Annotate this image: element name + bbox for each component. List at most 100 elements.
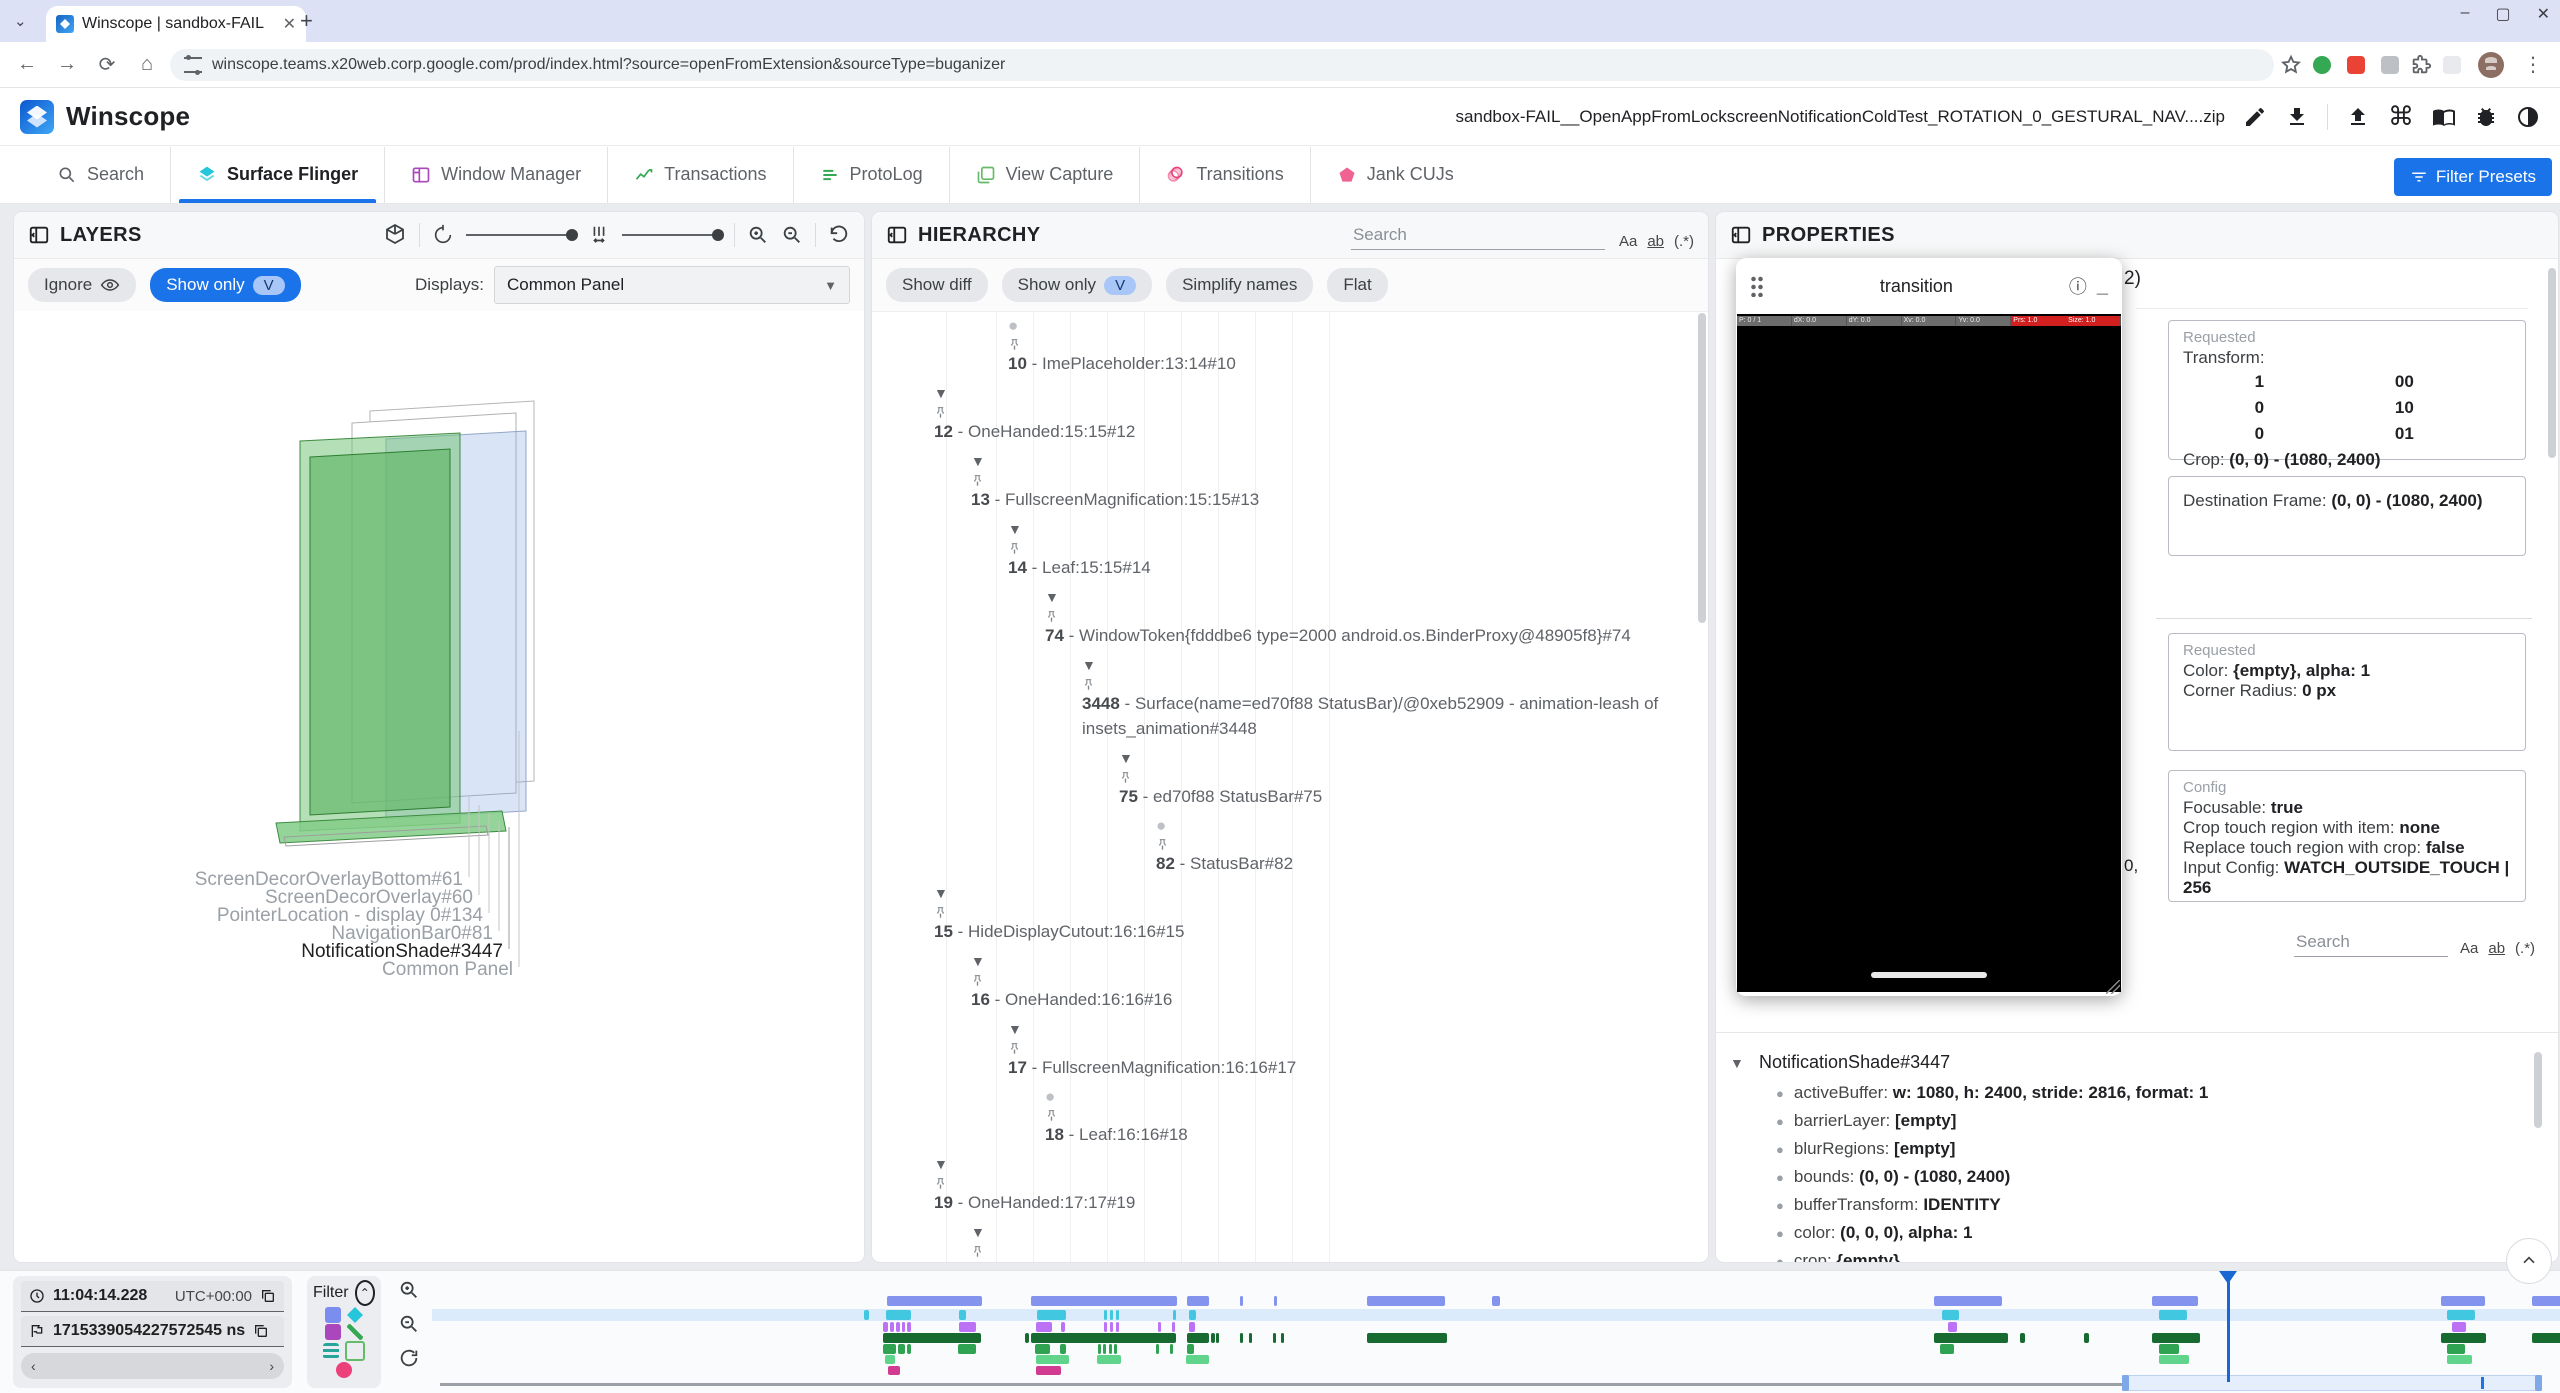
trace-event-bar[interactable] — [2441, 1296, 2485, 1306]
window-close-icon[interactable]: ✕ — [2537, 4, 2550, 24]
expand-arrow-icon[interactable]: ▼ — [971, 949, 997, 974]
hierarchy-tree-row[interactable]: ▼●15 - HideDisplayCutout:16:16#15 — [872, 878, 1708, 946]
simplify-names-chip[interactable]: Simplify names — [1166, 268, 1313, 302]
trace-event-bar[interactable] — [1367, 1333, 1447, 1343]
expand-arrow-icon[interactable]: ▼ — [1082, 653, 1108, 678]
trace-event-bar[interactable] — [2452, 1322, 2466, 1332]
extension-icon-gray[interactable] — [2381, 56, 2399, 74]
collapse-panel-icon[interactable] — [886, 224, 908, 246]
hierarchy-tree-row[interactable]: ▼●74 - WindowToken{fdddbe6 type=2000 and… — [872, 582, 1708, 650]
upload-icon[interactable] — [2346, 105, 2370, 129]
extension-icon-green[interactable] — [2313, 56, 2331, 74]
window-maximize-icon[interactable]: ▢ — [2495, 4, 2510, 24]
expand-arrow-icon[interactable]: ▼ — [934, 381, 960, 406]
transactions-icon[interactable] — [347, 1324, 363, 1340]
trace-event-bar[interactable] — [2447, 1344, 2465, 1354]
properties-scrollbar[interactable] — [2548, 268, 2556, 458]
match-case-icon[interactable]: Aa — [1619, 233, 1637, 250]
trace-event-bar[interactable] — [1104, 1310, 1107, 1320]
trace-event-bar[interactable] — [1189, 1310, 1196, 1320]
layers-3d-canvas[interactable]: ScreenDecorOverlayBottom#61ScreenDecorOv… — [14, 311, 864, 1262]
property-row[interactable]: ●color(0, 0, 0), alpha: 1 — [1730, 1219, 2542, 1247]
trace-event-bar[interactable] — [1942, 1310, 1959, 1320]
pin-icon[interactable] — [1008, 1042, 1021, 1055]
hierarchy-tree-row[interactable]: ▼●16 - OneHanded:16:16#16 — [872, 946, 1708, 1014]
trace-event-bar[interactable] — [2441, 1333, 2486, 1343]
range-slider-rail[interactable] — [440, 1383, 2122, 1386]
trace-event-bar[interactable] — [902, 1322, 905, 1332]
hierarchy-search-input[interactable]: Search — [1351, 221, 1605, 250]
minimize-icon[interactable]: _ — [2097, 275, 2108, 298]
trace-event-bar[interactable] — [1061, 1322, 1065, 1332]
trace-event-bar[interactable] — [1934, 1296, 2002, 1306]
url-text[interactable]: winscope.teams.x20web.corp.google.com/pr… — [212, 56, 1005, 74]
new-tab-button[interactable]: + — [300, 8, 313, 34]
trace-event-bar[interactable] — [1189, 1322, 1195, 1332]
trace-event-bar[interactable] — [2159, 1344, 2179, 1354]
trace-event-bar[interactable] — [1031, 1333, 1176, 1343]
collapse-panel-icon[interactable] — [28, 224, 50, 246]
hierarchy-tree-row[interactable]: ▼●14 - Leaf:15:15#14 — [872, 514, 1708, 582]
trace-event-bar[interactable] — [1097, 1355, 1121, 1364]
displays-select[interactable]: Common Panel▼ — [494, 266, 850, 304]
trace-event-bar[interactable] — [1249, 1333, 1252, 1343]
show-only-chip[interactable]: Show only V — [1002, 268, 1152, 302]
pin-icon[interactable] — [1008, 542, 1021, 555]
collapse-timeline-button[interactable] — [2506, 1238, 2552, 1284]
trace-event-bar[interactable] — [1187, 1344, 1194, 1354]
hierarchy-tree-row[interactable]: ▼●20 - FullscreenMagnification:17:17#20 — [872, 1217, 1708, 1262]
trace-event-bar[interactable] — [890, 1322, 894, 1332]
tab-view-capture[interactable]: View Capture — [950, 147, 1141, 203]
range-handle-right[interactable] — [2535, 1375, 2542, 1391]
edit-pencil-icon[interactable] — [2243, 105, 2267, 129]
trace-event-bar[interactable] — [1116, 1310, 1119, 1320]
back-icon[interactable]: ← — [10, 53, 44, 76]
copy-icon[interactable] — [253, 1323, 269, 1339]
pin-icon[interactable] — [934, 906, 947, 919]
trace-event-bar[interactable] — [1186, 1355, 1209, 1364]
trace-event-bar[interactable] — [2159, 1355, 2189, 1364]
zoom-out-icon[interactable] — [398, 1313, 420, 1335]
trace-event-bar[interactable] — [958, 1344, 976, 1354]
trace-event-bar[interactable] — [864, 1310, 869, 1320]
properties-search-input[interactable]: Search — [2294, 928, 2448, 957]
hierarchy-tree-row[interactable]: ▼●12 - OneHanded:15:15#12 — [872, 378, 1708, 446]
hierarchy-tree-row[interactable]: ▼●13 - FullscreenMagnification:15:15#13 — [872, 446, 1708, 514]
window-minimize-icon[interactable]: – — [2461, 4, 2470, 24]
show-only-chip[interactable]: Show only V — [150, 268, 300, 302]
site-controls-icon[interactable] — [184, 57, 202, 73]
trace-event-bar[interactable] — [1104, 1322, 1107, 1332]
trace-event-bar[interactable] — [1116, 1322, 1119, 1332]
timeline-track[interactable] — [432, 1344, 2560, 1354]
tab-search[interactable]: Search — [30, 147, 171, 203]
expand-arrow-icon[interactable]: ▼ — [1008, 1017, 1034, 1042]
tab-surface-flinger[interactable]: Surface Flinger — [171, 147, 385, 203]
property-row[interactable]: ●activeBufferw: 1080, h: 2400, stride: 2… — [1730, 1079, 2542, 1107]
property-row[interactable]: ●crop{empty} — [1730, 1247, 2542, 1262]
transitions-icon[interactable] — [336, 1362, 352, 1378]
previous-frame-icon[interactable]: ‹ — [31, 1358, 36, 1374]
match-word-icon[interactable]: ab — [2488, 940, 2505, 957]
trace-event-bar[interactable] — [1273, 1333, 1276, 1343]
timeline-track[interactable] — [432, 1296, 2560, 1306]
hierarchy-tree-row[interactable]: ▼●19 - OneHanded:17:17#19 — [872, 1149, 1708, 1217]
playhead-marker-icon[interactable] — [2219, 1271, 2237, 1284]
documentation-book-icon[interactable] — [2432, 105, 2456, 129]
trace-event-bar[interactable] — [1098, 1344, 1101, 1354]
expand-arrow-icon[interactable]: ▼ — [934, 1152, 960, 1177]
flat-chip[interactable]: Flat — [1327, 268, 1387, 302]
layer-label[interactable]: Common Panel — [382, 959, 513, 981]
pin-icon[interactable] — [1045, 1109, 1058, 1122]
pin-icon[interactable] — [971, 974, 984, 987]
trace-event-bar[interactable] — [2447, 1310, 2475, 1320]
trace-event-bar[interactable] — [1211, 1333, 1215, 1343]
expand-arrow-icon[interactable]: ▼ — [1119, 746, 1145, 771]
refresh-icon[interactable] — [398, 1347, 420, 1369]
range-handle-left[interactable] — [2122, 1375, 2129, 1391]
trace-event-bar[interactable] — [907, 1344, 911, 1354]
collapse-panel-icon[interactable] — [1730, 224, 1752, 246]
trace-event-bar[interactable] — [883, 1344, 896, 1354]
trace-event-bar[interactable] — [1240, 1296, 1243, 1306]
trace-event-bar[interactable] — [885, 1355, 895, 1364]
show-diff-chip[interactable]: Show diff — [886, 268, 988, 302]
